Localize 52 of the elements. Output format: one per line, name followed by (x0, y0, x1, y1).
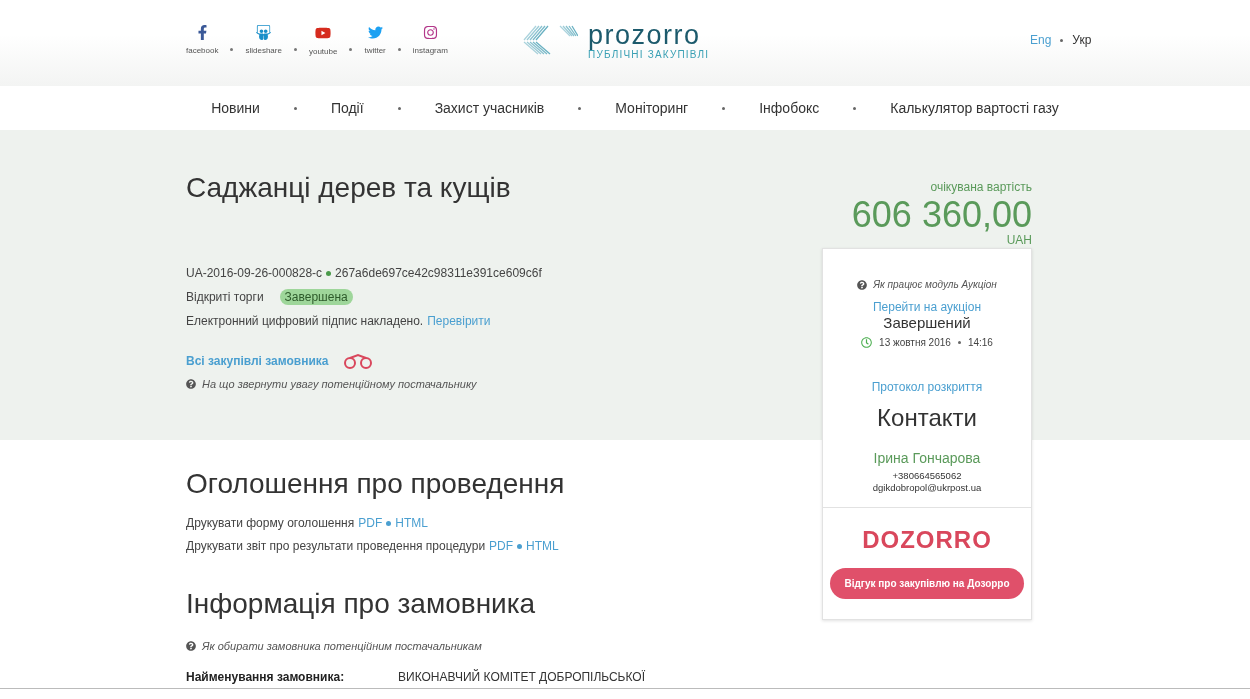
price-amount: 606 360,00 (850, 196, 1032, 234)
language-link[interactable]: Укр (1072, 33, 1092, 47)
section-title: Оголошення про проведення (186, 468, 566, 500)
separator-dot (326, 270, 332, 276)
price-label: очікувана вартість (929, 180, 1032, 194)
hint-text[interactable]: Як працює модуль Аукціон (873, 279, 997, 290)
auction-time: 14:16 (967, 337, 993, 348)
auction-status: Завершений (883, 314, 971, 331)
nav-link[interactable]: Події (330, 100, 364, 116)
logo-name: prozorro (588, 20, 702, 49)
separator-dot (386, 520, 392, 526)
nav-link[interactable]: Захист учасників (434, 100, 545, 116)
nav-link[interactable]: Моніторинг (615, 100, 689, 116)
section-title: Інформація про замовника (186, 588, 537, 620)
dozorro-logo: DOZORRO (862, 526, 992, 554)
tender-title: Саджанці дерев та кущів (186, 172, 512, 204)
help-icon (857, 279, 868, 290)
status-badge: Завершена (279, 289, 353, 305)
social-link[interactable]: youtube (308, 24, 338, 56)
instagram-icon (422, 25, 438, 40)
signature-text: Електронний цифровий підпис накладено. (186, 314, 424, 328)
binoculars-icon (342, 353, 375, 369)
twitter-icon (367, 25, 383, 40)
hint-text[interactable]: На що звернути увагу потенційному постачальнику (202, 378, 477, 390)
field-label: Найменування замовника: (186, 670, 346, 684)
tender-id: UA-2016-09-26-000828-c (186, 266, 323, 280)
social-link[interactable]: facebook (186, 25, 219, 55)
contact-email: dgikdobropol@ukrpost.ua (872, 482, 982, 493)
contact-name: Ірина Гончарова (873, 450, 981, 466)
print-label: Друкувати звіт про результати проведення процедури (186, 539, 486, 553)
auction-date: 13 жовтня 2016 (879, 337, 951, 348)
social-link[interactable]: twitter (364, 25, 386, 55)
help-icon (186, 379, 196, 389)
separator-dot (517, 543, 523, 549)
social-link[interactable]: instagram (412, 25, 448, 55)
logo-tagline: ПУБЛІЧНІ ЗАКУПІВЛІ (588, 48, 710, 60)
nav-link[interactable]: Калькулятор вартості газу (890, 100, 1059, 116)
field-value: ВИКОНАВЧИЙ КОМІТЕТ ДОБРОПІЛЬСЬКОЇ (398, 670, 646, 684)
procedure-type: Відкриті торги (186, 290, 264, 304)
print-label: Друкувати форму оголошення (186, 516, 355, 530)
tender-hash: 267a6de697ce42c98311e391ce609c6f (335, 266, 542, 280)
help-icon (186, 641, 196, 651)
slideshare-icon (256, 25, 272, 40)
social-link[interactable]: slideshare (245, 25, 282, 55)
clock-icon (861, 337, 873, 348)
nav-link[interactable]: Новини (211, 100, 260, 116)
nav-link[interactable]: Інфобокс (759, 100, 820, 116)
feedback-button[interactable]: Відгук про закупівлю на Дозорро (830, 568, 1024, 599)
hint-text[interactable]: Як обирати замовника потенційним постачальникам (202, 640, 482, 652)
contacts-title: Контакти (877, 404, 977, 432)
price-currency: UAH (1005, 234, 1032, 246)
contact-phone: +380664565062 (892, 470, 962, 481)
